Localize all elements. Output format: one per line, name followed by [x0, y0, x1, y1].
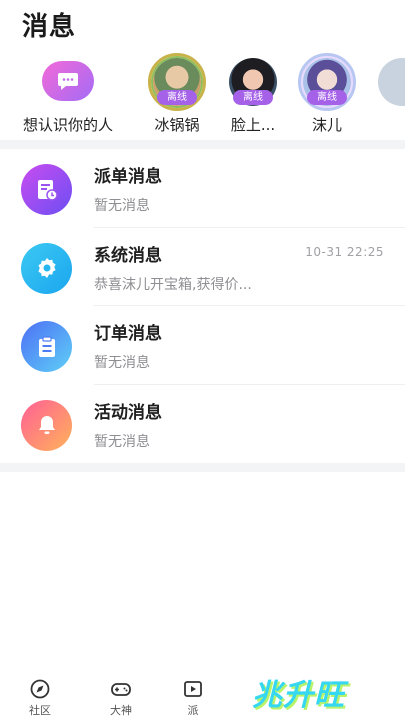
- compass-icon: [30, 679, 50, 699]
- message-title: 系统消息: [94, 245, 162, 266]
- play-icon: [184, 681, 202, 697]
- tab-label: 社区: [29, 704, 51, 717]
- page-title: 消息: [22, 12, 77, 42]
- tab-label: 大神: [110, 704, 132, 717]
- message-timestamp: 10-31 22:25: [305, 244, 384, 259]
- list-item[interactable]: 系统消息 10-31 22:25 恭喜沫儿开宝箱,获得价...: [0, 228, 405, 306]
- recommended-users-row: 想认识你的人 离线 冰锅锅 离线 脸上... 离线 沫儿: [0, 53, 405, 138]
- list-item[interactable]: 派单消息 暂无消息: [0, 149, 405, 228]
- message-title: 订单消息: [94, 324, 162, 344]
- status-badge: 离线: [157, 90, 197, 105]
- message-preview: 暂无消息: [94, 433, 150, 450]
- tab-community[interactable]: 社区: [18, 678, 62, 718]
- section-divider: [0, 463, 405, 472]
- section-divider: [0, 140, 405, 149]
- friend-name: 脸上...: [230, 116, 276, 134]
- gamepad-icon: [111, 683, 131, 696]
- tab-dispatch[interactable]: 派: [178, 678, 208, 718]
- message-preview: 暂无消息: [94, 355, 150, 371]
- avatar: [378, 58, 405, 106]
- message-preview: 暂无消息: [94, 198, 150, 214]
- status-badge: 离线: [233, 90, 273, 105]
- list-item[interactable]: 活动消息 暂无消息: [0, 385, 405, 464]
- message-title: 活动消息: [94, 402, 162, 423]
- watermark-logo: 兆升旺: [252, 678, 345, 713]
- want-to-meet-you-label: 想认识你的人: [22, 116, 114, 134]
- tab-master[interactable]: 大神: [99, 678, 143, 718]
- gear-icon: [21, 242, 72, 294]
- tab-label: 派: [187, 704, 199, 717]
- message-title: 派单消息: [94, 167, 162, 187]
- status-badge: 离线: [307, 90, 347, 105]
- message-preview: 恭喜沫儿开宝箱,获得价...: [94, 276, 252, 293]
- message-category-list: 派单消息 暂无消息 系统消息 10-31 22:25 恭喜沫儿开宝箱,获得价..…: [0, 149, 405, 463]
- clipboard-icon: [21, 321, 72, 372]
- bell-icon: [21, 399, 72, 451]
- list-item[interactable]: 订单消息 暂无消息: [0, 306, 405, 385]
- chat-bubble-icon: [42, 61, 94, 101]
- friend-name: 沫儿: [311, 116, 343, 134]
- friend-name: 冰锅锅: [154, 116, 200, 134]
- dispatch-doc-icon: [21, 164, 72, 215]
